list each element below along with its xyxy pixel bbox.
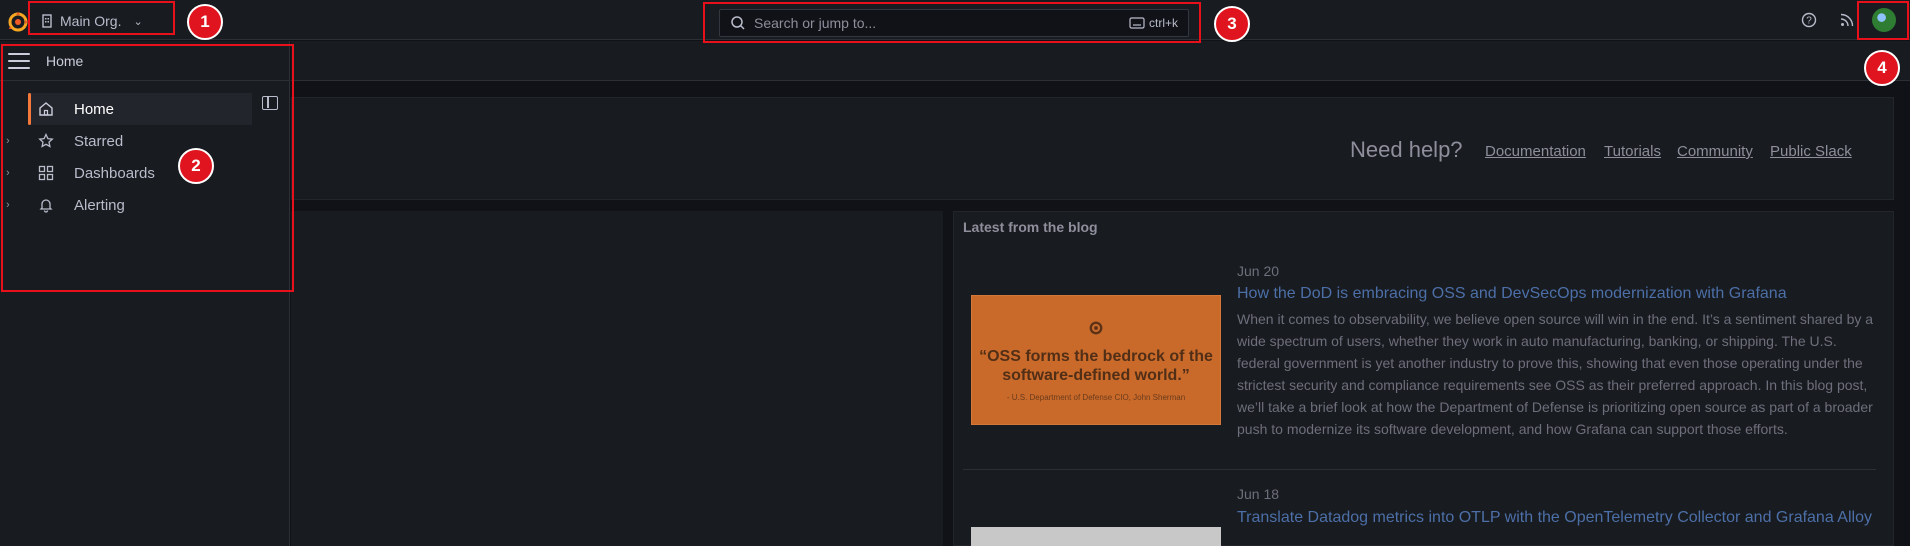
community-link[interactable]: Community — [1677, 143, 1753, 160]
blog-panel-title: Latest from the blog — [963, 219, 1098, 235]
post-title-link[interactable]: How the DoD is embracing OSS and DevSecO… — [1237, 285, 1787, 303]
page-toolbar — [291, 41, 1910, 81]
callout-badge: 3 — [1214, 6, 1250, 42]
post-date: Jun 20 — [1237, 263, 1280, 279]
callout-box-org — [28, 1, 175, 35]
post-image[interactable] — [971, 527, 1221, 546]
callout-box-avatar — [1857, 1, 1909, 40]
callout-box-nav — [1, 44, 294, 292]
grafana-logo[interactable] — [6, 10, 30, 34]
post-title-link[interactable]: Translate Datadog metrics into OTLP with… — [1237, 508, 1877, 527]
help-title: Need help? — [1350, 137, 1463, 162]
post-image[interactable]: “OSS forms the bedrock of the software-d… — [971, 295, 1221, 425]
post-divider — [963, 469, 1876, 470]
svg-text:?: ? — [1806, 16, 1812, 27]
documentation-link[interactable]: Documentation — [1485, 143, 1586, 160]
callout-badge: 4 — [1864, 50, 1900, 86]
post-image-attribution: - U.S. Department of Defense CIO, John S… — [1006, 392, 1186, 402]
post-date: Jun 18 — [1237, 486, 1280, 502]
public-slack-link[interactable]: Public Slack — [1770, 143, 1852, 160]
welcome-panel — [291, 211, 943, 546]
tutorials-link[interactable]: Tutorials — [1604, 143, 1661, 160]
grafana-logo — [1089, 321, 1103, 334]
callout-box-search — [703, 2, 1201, 43]
post-image-quote: “OSS forms the bedrock of the software-d… — [979, 347, 1213, 384]
post-body: When it comes to observability, we belie… — [1237, 311, 1874, 437]
help-icon[interactable]: ? — [1790, 0, 1828, 40]
callout-badge: 2 — [178, 148, 214, 184]
callout-badge: 1 — [187, 4, 223, 40]
